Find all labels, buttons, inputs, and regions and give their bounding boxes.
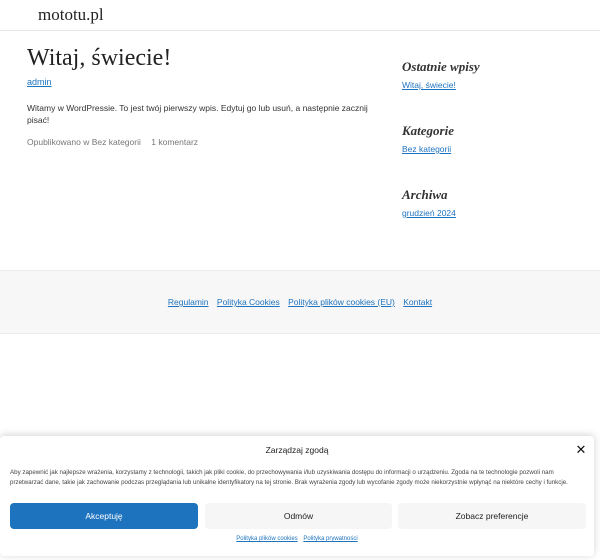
- widget-archives: Archiwa grudzień 2024: [402, 186, 592, 250]
- post: Witaj, świecie! admin Witamy w WordPress…: [27, 44, 387, 147]
- post-content: Witamy w WordPressie. To jest twój pierw…: [27, 103, 368, 125]
- widget-title: Kategorie: [402, 123, 454, 138]
- site-header: mototu.pl: [0, 0, 600, 31]
- accept-button[interactable]: Akceptuję: [10, 503, 198, 529]
- post-category[interactable]: Opublikowano w Bez kategorii: [27, 137, 141, 147]
- footer-link-contact[interactable]: Kontakt: [403, 297, 432, 307]
- recent-post-link[interactable]: Witaj, świecie!: [402, 80, 456, 90]
- archive-link[interactable]: grudzień 2024: [402, 208, 456, 218]
- site-title[interactable]: mototu.pl: [38, 5, 104, 25]
- widget-title: Ostatnie wpisy: [402, 59, 480, 74]
- footer-link-cookies[interactable]: Polityka Cookies: [217, 297, 280, 307]
- deny-button[interactable]: Odmów: [205, 503, 392, 529]
- consent-message: Aby zapewnić jak najlepsze wrażenia, kor…: [10, 469, 568, 486]
- cookie-consent-banner: Zarządzaj zgodą ✕ Aby zapewnić jak najle…: [0, 436, 594, 556]
- post-meta: Opublikowano w Bez kategorii 1 komentarz: [27, 137, 387, 147]
- post-comments-link[interactable]: 1 komentarz: [151, 137, 198, 147]
- footer-link-cookies-eu[interactable]: Polityka plików cookies (EU): [288, 297, 395, 307]
- footer-nav: Regulamin Polityka Cookies Polityka plik…: [0, 297, 600, 307]
- privacy-policy-link[interactable]: Polityka prywatności: [303, 536, 357, 542]
- view-preferences-button[interactable]: Zobacz preferencje: [398, 503, 586, 529]
- consent-title: Zarządzaj zgodą: [265, 445, 329, 455]
- widget-title: Archiwa: [402, 187, 448, 202]
- widget-recent-posts: Ostatnie wpisy Witaj, świecie!: [402, 58, 592, 122]
- close-icon[interactable]: ✕: [574, 443, 588, 457]
- site-footer: Regulamin Polityka Cookies Polityka plik…: [0, 270, 600, 334]
- category-link[interactable]: Bez kategorii: [402, 144, 451, 154]
- post-title[interactable]: Witaj, świecie!: [27, 44, 387, 72]
- consent-links: Polityka plików cookies Polityka prywatn…: [0, 536, 594, 542]
- post-author-link[interactable]: admin: [27, 77, 52, 87]
- sidebar: Ostatnie wpisy Witaj, świecie! Kategorie…: [402, 58, 592, 250]
- cookie-policy-link[interactable]: Polityka plików cookies: [236, 536, 297, 542]
- widget-categories: Kategorie Bez kategorii: [402, 122, 592, 186]
- footer-link-regulamin[interactable]: Regulamin: [168, 297, 209, 307]
